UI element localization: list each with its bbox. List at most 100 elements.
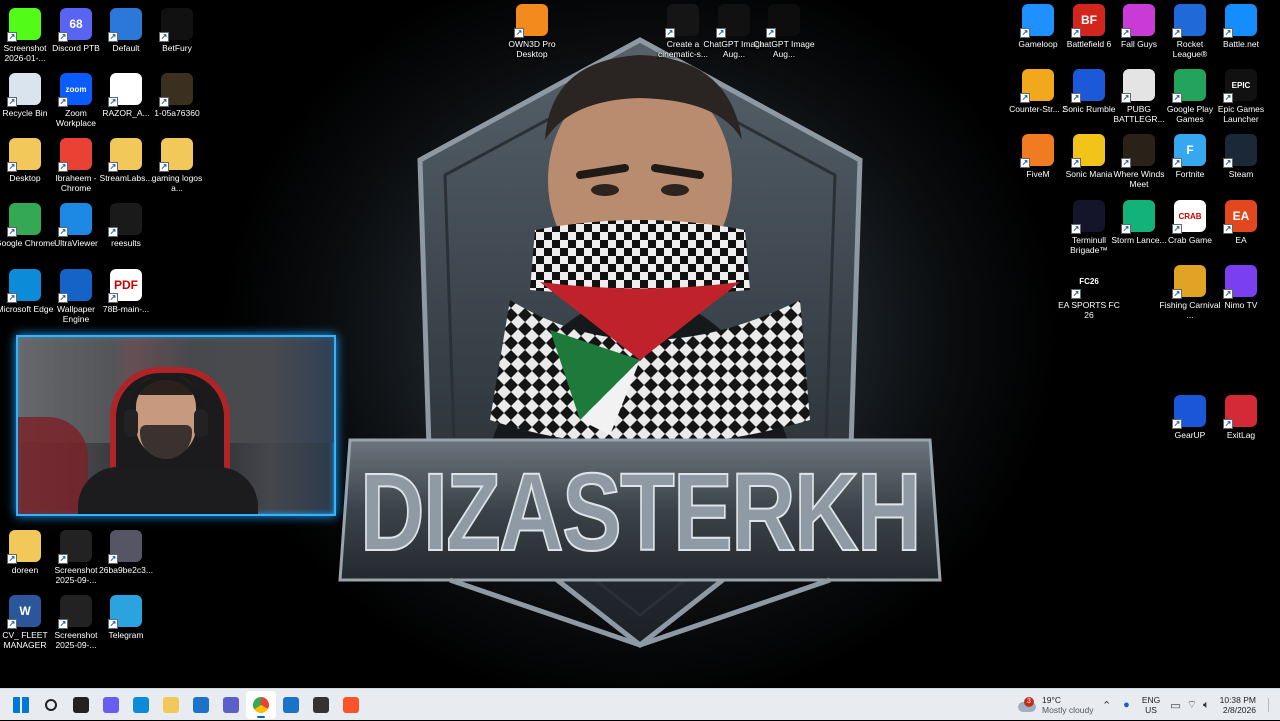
wallpaper-image: DIZASTERKH (280, 0, 1000, 688)
image-thumb-icon: ↗ (159, 73, 193, 107)
desktop-shortcut[interactable]: ↗ 26ba9be2c3... (99, 526, 153, 588)
teams-taskbar[interactable] (216, 691, 246, 719)
language-region: US (1145, 705, 1157, 715)
desktop-shortcut[interactable]: PDF ↗ 78B-main-... (101, 265, 151, 327)
pubg-icon: ↗ (1121, 69, 1155, 103)
shortcut-arrow-icon: ↗ (1071, 28, 1081, 38)
desktop-shortcut[interactable]: ↗ ChatGPT Image Aug... (703, 0, 765, 62)
desktop-shortcut[interactable]: ↗ Google Chrome (0, 199, 55, 261)
desktop-shortcut-label: Nimo TV (1224, 300, 1258, 310)
desktop-shortcut[interactable]: ↗ Fishing Carnival ... (1160, 261, 1220, 323)
shortcut-arrow-icon: ↗ (159, 32, 169, 42)
language-code: ENG (1141, 695, 1161, 705)
folder-icon: ↗ (159, 138, 193, 172)
desktop-shortcut[interactable]: F ↗ Fortnite (1165, 130, 1215, 192)
desktop-shortcut[interactable]: zoom ↗ Zoom Workplace (51, 69, 101, 131)
microphone-icon[interactable]: ● (1123, 699, 1130, 711)
desktop-shortcut[interactable]: ↗ RAZOR_A... (101, 69, 151, 131)
shortcut-arrow-icon: ↗ (7, 97, 17, 107)
notifications-icon[interactable] (1268, 698, 1274, 712)
desktop-shortcut[interactable]: ↗ 1-05a76360 (152, 69, 202, 131)
desktop-shortcut[interactable]: ↗ Screenshot 2026-01-... (0, 4, 50, 66)
desktop-shortcut[interactable]: W ↗ CV_ FLEET MANAGER (0, 591, 50, 653)
desktop-shortcut[interactable]: ↗ Ibraheem - Chrome (51, 134, 101, 196)
desktop-shortcut[interactable]: ↗ ExitLag (1216, 391, 1266, 453)
where-winds-meet-icon: ↗ (1121, 134, 1155, 168)
desktop-shortcut[interactable]: ↗ Nimo TV (1216, 261, 1266, 323)
desktop-shortcut[interactable]: ↗ Wallpaper Engine (51, 265, 101, 327)
desktop-shortcut[interactable]: ↗ Screenshot 2025-09-... (51, 591, 101, 653)
telegram-icon: ↗ (108, 595, 142, 629)
microsoft-store-taskbar[interactable] (186, 691, 216, 719)
desktop-shortcut[interactable]: ↗ Telegram (101, 591, 151, 653)
desktop-shortcut[interactable]: ↗ Battle.net (1216, 0, 1266, 62)
shortcut-arrow-icon: ↗ (108, 32, 118, 42)
desktop-shortcut[interactable]: ↗ Default (101, 4, 151, 66)
desktop-shortcut[interactable]: ↗ Storm Lance... (1111, 196, 1167, 258)
image-thumb-icon: ↗ (108, 203, 142, 237)
copilot-button[interactable] (96, 691, 126, 719)
desktop-shortcut[interactable]: ↗ reesults (101, 199, 151, 261)
brave-taskbar[interactable] (336, 691, 366, 719)
desktop-shortcut[interactable]: ↗ doreen (0, 526, 50, 588)
shortcut-arrow-icon: ↗ (1121, 224, 1131, 234)
desktop-shortcut[interactable]: ↗ Terminull Brigade™ (1064, 196, 1114, 258)
desktop-shortcut-label: 78B-main-... (102, 304, 150, 314)
desktop-shortcut[interactable]: ↗ Steam (1216, 130, 1266, 192)
shortcut-arrow-icon: ↗ (7, 32, 17, 42)
desktop-shortcut[interactable]: ↗ Fall Guys (1114, 0, 1164, 62)
desktop-shortcut[interactable]: ↗ BetFury (152, 4, 202, 66)
outlook-taskbar[interactable] (276, 691, 306, 719)
desktop-shortcut[interactable]: ↗ Gameloop (1013, 0, 1063, 62)
desktop-shortcut[interactable]: ↗ Where Winds Meet (1113, 130, 1165, 192)
desktop-shortcut[interactable]: BF ↗ Battlefield 6 (1064, 0, 1114, 62)
desktop-shortcut[interactable]: ↗ Google Play Games (1165, 65, 1215, 127)
desktop-shortcut[interactable]: ↗ OWN3D Pro Desktop (507, 0, 557, 62)
task-view-button[interactable] (66, 691, 96, 719)
obs-taskbar[interactable] (306, 691, 336, 719)
desktop-shortcut[interactable]: EPIC ↗ Epic Games Launcher (1216, 65, 1266, 127)
desktop-shortcut[interactable]: ↗ Microsoft Edge (0, 265, 53, 327)
clock[interactable]: 10:38 PM 2/8/2026 (1220, 695, 1256, 715)
language-indicator[interactable]: ENG US (1142, 695, 1160, 715)
desktop-shortcut[interactable]: ↗ gaming logos a... (152, 134, 202, 196)
edge-taskbar[interactable] (126, 691, 156, 719)
search-button[interactable] (36, 691, 66, 719)
desktop-shortcut[interactable]: ↗ Create a cinematic-s... (658, 0, 708, 62)
desktop-shortcut[interactable]: ↗ Recycle Bin (0, 69, 50, 131)
desktop-shortcut[interactable]: ↗ Counter-Str... 2 (1009, 65, 1067, 127)
desktop-shortcut[interactable]: ↗ FiveM (1013, 130, 1063, 192)
desktop[interactable]: DIZASTERKH ↗ Screenshot 2026-01-... 68 ↗ Dis… (0, 0, 1280, 688)
ea-icon: EA ↗ (1223, 200, 1257, 234)
weather-widget[interactable]: 3 19°C Mostly cloudy (1016, 689, 1094, 721)
desktop-shortcut[interactable]: CRAB ↗ Crab Game (1165, 196, 1215, 258)
edge-icon (133, 696, 149, 713)
desktop-shortcut[interactable]: ↗ UltraViewer (51, 199, 101, 261)
desktop-shortcut[interactable]: ↗ ChatGPT Image Aug... (753, 0, 815, 62)
desktop-shortcut[interactable]: ↗ Sonic Mania (1064, 130, 1114, 192)
desktop-shortcut[interactable]: ↗ Rocket League® (1165, 0, 1215, 62)
brave-icon (343, 696, 359, 713)
desktop-shortcut[interactable]: ↗ Screenshot 2025-09-... (51, 526, 101, 588)
monitor-icon[interactable]: ▭ (1170, 699, 1180, 712)
desktop-shortcut[interactable]: ↗ Desktop (0, 134, 50, 196)
desktop-shortcut[interactable]: EA ↗ EA (1216, 196, 1266, 258)
desktop-shortcut[interactable]: ↗ Sonic Rumble (1063, 65, 1115, 127)
start-button[interactable] (6, 691, 36, 719)
chrome-taskbar[interactable] (246, 690, 276, 719)
desktop-shortcut[interactable]: FC26 ↗ EA SPORTS FC 26 (1058, 261, 1120, 323)
desktop-shortcut[interactable]: ↗ GearUP (1165, 391, 1215, 453)
chevron-up-icon[interactable]: ⌃ (1102, 699, 1111, 712)
file-explorer-taskbar[interactable] (156, 691, 186, 719)
discord-icon: 68 ↗ (58, 8, 92, 42)
search-icon (45, 698, 57, 711)
shortcut-arrow-icon: ↗ (1223, 224, 1233, 234)
desktop-shortcut[interactable]: 68 ↗ Discord PTB (51, 4, 101, 66)
volume-icon[interactable]: 🔈︎ (1203, 699, 1210, 712)
kick-icon: ↗ (7, 8, 41, 42)
shortcut-arrow-icon: ↗ (7, 619, 17, 629)
wifi-icon[interactable]: ⌔ (1187, 698, 1197, 712)
sonic-icon: ↗ (1071, 69, 1105, 103)
desktop-shortcut[interactable]: ↗ PUBG BATTLEGR... (1113, 65, 1165, 127)
desktop-shortcut[interactable]: ↗ StreamLabs... (100, 134, 152, 196)
